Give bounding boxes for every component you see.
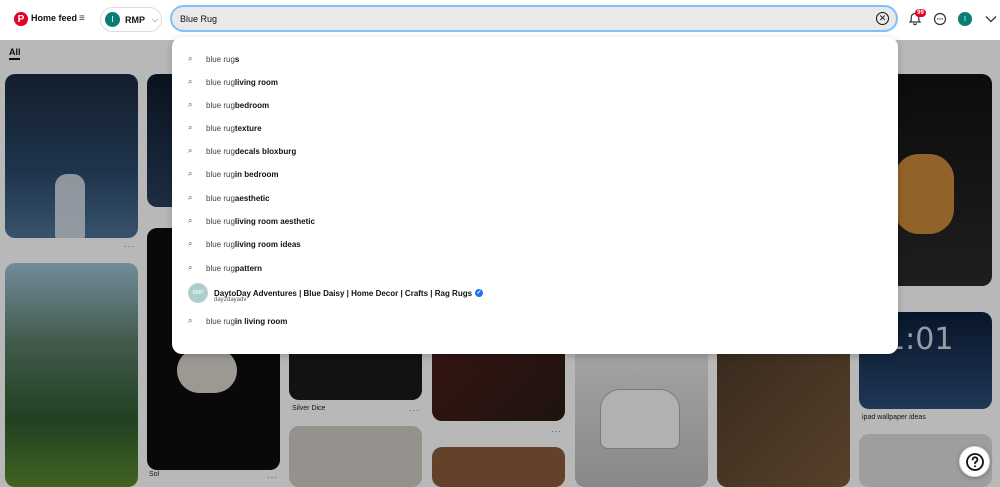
- verified-check-icon: ✓: [475, 289, 484, 297]
- search-icon: ⌕: [188, 316, 193, 325]
- search-icon: ⌕: [188, 77, 193, 86]
- suggestion-prefix: blue rug: [206, 193, 235, 203]
- search-icon: ⌕: [188, 169, 193, 178]
- suggestion-item[interactable]: ⌕ blue rug decals bloxburg: [188, 144, 296, 158]
- suggestion-completion: bedroom: [234, 100, 270, 110]
- help-button[interactable]: [959, 446, 990, 477]
- suggestion-item[interactable]: ⌕ blue rug bedroom: [188, 98, 269, 112]
- profile-suggestion-handle: day2dayadv: [214, 297, 247, 303]
- suggestion-item[interactable]: ⌕ blue rug in living room: [188, 314, 287, 328]
- clear-search-icon[interactable]: ✕: [876, 12, 889, 25]
- suggestion-completion: aesthetic: [234, 193, 270, 203]
- search-icon: ⌕: [188, 54, 193, 63]
- search-icon: ⌕: [188, 146, 193, 155]
- suggestion-completion: decals bloxburg: [234, 146, 297, 156]
- question-icon: [965, 452, 984, 471]
- suggestion-prefix: blue rug: [206, 239, 235, 249]
- suggestion-prefix: blue rug: [206, 100, 235, 110]
- suggestion-completion: living room: [234, 77, 279, 87]
- board-selector[interactable]: I RMP ⌵: [100, 7, 162, 32]
- suggestion-prefix: blue rug: [206, 77, 235, 87]
- suggestion-completion: in bedroom: [234, 169, 279, 179]
- top-bar: P Home feed ≡ I RMP ⌵ ✕ 99 I: [0, 0, 1000, 40]
- profile-suggestion[interactable]: RMP DaytoDay Adventures | Blue Daisy | H…: [188, 283, 484, 303]
- search-icon: ⌕: [188, 263, 193, 272]
- search-suggestions-dropdown: ⌕ blue rug s ⌕ blue rug living room ⌕ blue r…: [172, 37, 898, 354]
- search-input[interactable]: [170, 5, 898, 32]
- suggestion-completion: living room aesthetic: [234, 216, 315, 226]
- suggestion-prefix: blue rug: [206, 123, 235, 133]
- search-icon: ⌕: [188, 100, 193, 109]
- chevron-down-icon: ⌵: [152, 14, 159, 24]
- profile-avatar[interactable]: I: [958, 12, 972, 26]
- profile-name-text: DaytoDay Adventures | Blue Daisy | Home …: [214, 288, 473, 298]
- suggestion-item[interactable]: ⌕ blue rug pattern: [188, 261, 262, 275]
- messages-icon[interactable]: [931, 10, 949, 28]
- home-feed-label[interactable]: Home feed: [31, 13, 77, 23]
- suggestion-item[interactable]: ⌕ blue rug s: [188, 52, 239, 66]
- suggestion-item[interactable]: ⌕ blue rug living room aesthetic: [188, 214, 315, 228]
- search-icon: ⌕: [188, 216, 193, 225]
- suggestion-item[interactable]: ⌕ blue rug in bedroom: [188, 167, 278, 181]
- board-name: RMP: [125, 14, 145, 25]
- notification-badge: 99: [915, 9, 926, 17]
- suggestion-item[interactable]: ⌕ blue rug texture: [188, 121, 262, 135]
- suggestion-completion: s: [234, 54, 240, 64]
- board-avatar: I: [105, 12, 120, 27]
- suggestion-prefix: blue rug: [206, 54, 235, 64]
- feed-menu-icon[interactable]: ≡: [79, 13, 85, 24]
- search-icon: ⌕: [188, 123, 193, 132]
- pinterest-logo-icon[interactable]: P: [14, 12, 28, 26]
- suggestion-prefix: blue rug: [206, 146, 235, 156]
- suggestion-completion: texture: [234, 123, 262, 133]
- account-chevron-icon[interactable]: [982, 10, 1000, 28]
- profile-suggestion-avatar: RMP: [188, 283, 208, 303]
- suggestion-prefix: blue rug: [206, 216, 235, 226]
- suggestion-item[interactable]: ⌕ blue rug aesthetic: [188, 191, 270, 205]
- suggestion-item[interactable]: ⌕ blue rug living room ideas: [188, 237, 301, 251]
- suggestion-completion: pattern: [234, 263, 263, 273]
- profile-suggestion-name: DaytoDay Adventures | Blue Daisy | Home …: [214, 288, 484, 298]
- suggestion-completion: living room ideas: [234, 239, 301, 249]
- search-icon: ⌕: [188, 193, 193, 202]
- suggestion-completion: in living room: [234, 316, 288, 326]
- search-icon: ⌕: [188, 239, 193, 248]
- suggestion-item[interactable]: ⌕ blue rug living room: [188, 75, 278, 89]
- suggestion-prefix: blue rug: [206, 316, 235, 326]
- suggestion-prefix: blue rug: [206, 263, 235, 273]
- suggestion-prefix: blue rug: [206, 169, 235, 179]
